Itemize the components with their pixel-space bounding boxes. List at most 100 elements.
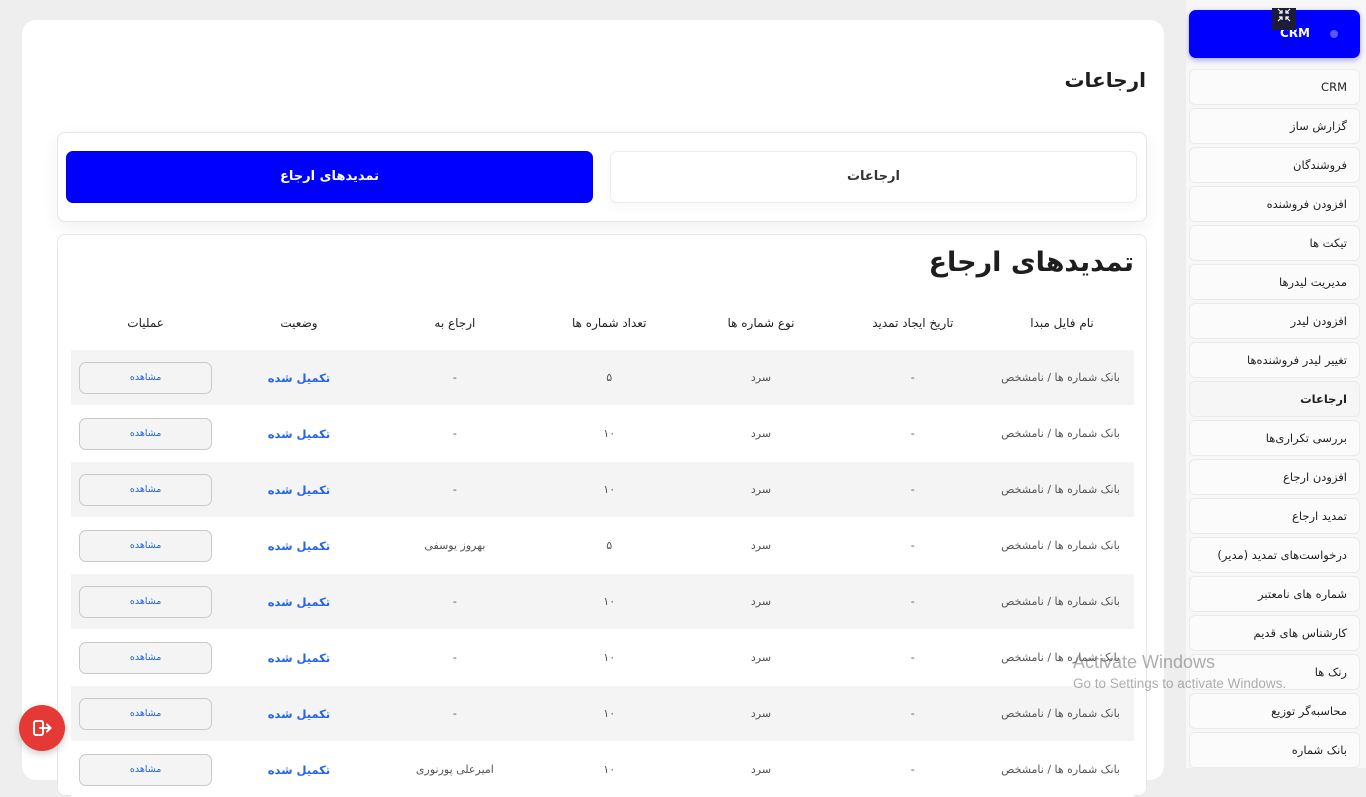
sidebar-item[interactable]: تغییر لیدر فروشنده‌ها [1189,342,1360,378]
view-button[interactable]: مشاهده [79,530,212,562]
table-row: بانک شماره ها / نامشخص-سرد۱۰-تکمیل شدهمش… [71,686,1134,742]
column-header: تعداد شماره ها [532,297,686,350]
actions-cell: مشاهده [71,630,220,686]
view-button[interactable]: مشاهده [79,754,212,786]
table-row: بانک شماره ها / نامشخص-سرد۱۰-تکمیل شدهمش… [71,630,1134,686]
source-file-cell: بانک شماره ها / نامشخص [990,686,1134,742]
created-date-cell: - [836,742,990,797]
sidebar-item[interactable]: افزودن لیدر [1189,303,1360,339]
column-header: نوع شماره ها [686,297,835,350]
status-cell: تکمیل شده [220,686,377,742]
referred-to-cell: بهروز یوسفی [378,518,532,574]
actions-cell: مشاهده [71,462,220,518]
sidebar-item[interactable]: افزودن ارجاع [1189,459,1360,495]
sidebar-item[interactable]: افزودن فروشنده [1189,186,1360,222]
tab-referral-extensions[interactable]: تمدیدهای ارجاع [66,151,593,203]
view-button[interactable]: مشاهده [79,586,212,618]
page-title: ارجاعات [1064,68,1146,92]
column-header: نام فایل مبدا [990,297,1134,350]
sidebar-item[interactable]: ارجاعات [1189,381,1360,417]
view-button[interactable]: مشاهده [79,362,212,394]
sidebar-menu: CRMگزارش سازفروشندگانافزودن فروشندهتیکت … [1189,69,1360,768]
table-row: بانک شماره ها / نامشخص-سرد۱۰-تکمیل شدهمش… [71,574,1134,630]
collapse-arrows-icon-svg [1277,8,1291,22]
tab-bar: تمدیدهای ارجاع ارجاعات [57,132,1147,222]
column-header: عملیات [71,297,220,350]
number-count-cell: ۵ [532,518,686,574]
logout-icon [19,705,65,751]
referred-to-cell: - [378,350,532,406]
source-file-cell: بانک شماره ها / نامشخص [990,518,1134,574]
table-row: بانک شماره ها / نامشخص-سرد۱۰-تکمیل شدهمش… [71,406,1134,462]
status-cell: تکمیل شده [220,742,377,797]
number-count-cell: ۱۰ [532,686,686,742]
view-button[interactable]: مشاهده [79,698,212,730]
number-count-cell: ۱۰ [532,574,686,630]
source-file-cell: بانک شماره ها / نامشخص [990,574,1134,630]
sidebar-item[interactable]: CRM [1189,69,1360,105]
logout-button[interactable] [19,705,65,751]
collapse-arrows-icon[interactable] [1272,8,1296,30]
view-button[interactable]: مشاهده [79,474,212,506]
created-date-cell: - [836,574,990,630]
sidebar-item[interactable]: بانک شماره [1189,732,1360,768]
sidebar-item[interactable]: گزارش ساز [1189,108,1360,144]
referred-to-cell: - [378,574,532,630]
sidebar-item[interactable]: تیکت ها [1189,225,1360,261]
actions-cell: مشاهده [71,350,220,406]
status-cell: تکمیل شده [220,574,377,630]
number-type-cell: سرد [686,686,835,742]
referred-to-cell: امیرعلی پورنوری [378,742,532,797]
source-file-cell: بانک شماره ها / نامشخص [990,462,1134,518]
column-header: وضعیت [220,297,377,350]
referred-to-cell: - [378,462,532,518]
number-type-cell: سرد [686,518,835,574]
extensions-panel: تمدیدهای ارجاع نام فایل مبداتاریخ ایجاد … [57,234,1147,796]
sidebar-item[interactable]: بررسی تکراری‌ها [1189,420,1360,456]
source-file-cell: بانک شماره ها / نامشخص [990,406,1134,462]
number-count-cell: ۱۰ [532,462,686,518]
number-type-cell: سرد [686,406,835,462]
sidebar-item[interactable]: کارشناس های قدیم [1189,615,1360,651]
sidebar-item[interactable]: تمدید ارجاع [1189,498,1360,534]
number-count-cell: ۵ [532,350,686,406]
created-date-cell: - [836,686,990,742]
created-date-cell: - [836,630,990,686]
status-cell: تکمیل شده [220,518,377,574]
created-date-cell: - [836,462,990,518]
actions-cell: مشاهده [71,518,220,574]
sidebar-item[interactable]: رنک ها [1189,654,1360,690]
column-header: تاریخ ایجاد تمدید [836,297,990,350]
view-button[interactable]: مشاهده [79,642,212,674]
sidebar: CRM CRMگزارش سازفروشندگانافزودن فروشندهت… [1186,0,1366,768]
source-file-cell: بانک شماره ها / نامشخص [990,350,1134,406]
status-cell: تکمیل شده [220,462,377,518]
referred-to-cell: - [378,406,532,462]
table-row: بانک شماره ها / نامشخص-سرد۵-تکمیل شدهمشا… [71,350,1134,406]
sidebar-item[interactable]: شماره های نامعتبر [1189,576,1360,612]
sidebar-item[interactable]: درخواست‌های تمدید (مدیر) [1189,537,1360,573]
actions-cell: مشاهده [71,406,220,462]
table-body: بانک شماره ها / نامشخص-سرد۵-تکمیل شدهمشا… [71,350,1134,797]
source-file-cell: بانک شماره ها / نامشخص [990,630,1134,686]
number-type-cell: سرد [686,574,835,630]
column-header: ارجاع به [378,297,532,350]
number-type-cell: سرد [686,742,835,797]
sidebar-item[interactable]: محاسبه‌گر توزیع [1189,693,1360,729]
sidebar-item[interactable]: مدیریت لیدرها [1189,264,1360,300]
sidebar-item[interactable]: فروشندگان [1189,147,1360,183]
crm-icon [1330,30,1338,38]
number-count-cell: ۱۰ [532,406,686,462]
number-type-cell: سرد [686,630,835,686]
actions-cell: مشاهده [71,574,220,630]
tab-referrals[interactable]: ارجاعات [610,151,1137,203]
status-cell: تکمیل شده [220,350,377,406]
number-count-cell: ۱۰ [532,630,686,686]
view-button[interactable]: مشاهده [79,418,212,450]
actions-cell: مشاهده [71,686,220,742]
extensions-table: نام فایل مبداتاریخ ایجاد تمدیدنوع شماره … [71,297,1134,797]
section-title: تمدیدهای ارجاع [929,247,1134,278]
actions-cell: مشاهده [71,742,220,797]
status-cell: تکمیل شده [220,630,377,686]
created-date-cell: - [836,406,990,462]
